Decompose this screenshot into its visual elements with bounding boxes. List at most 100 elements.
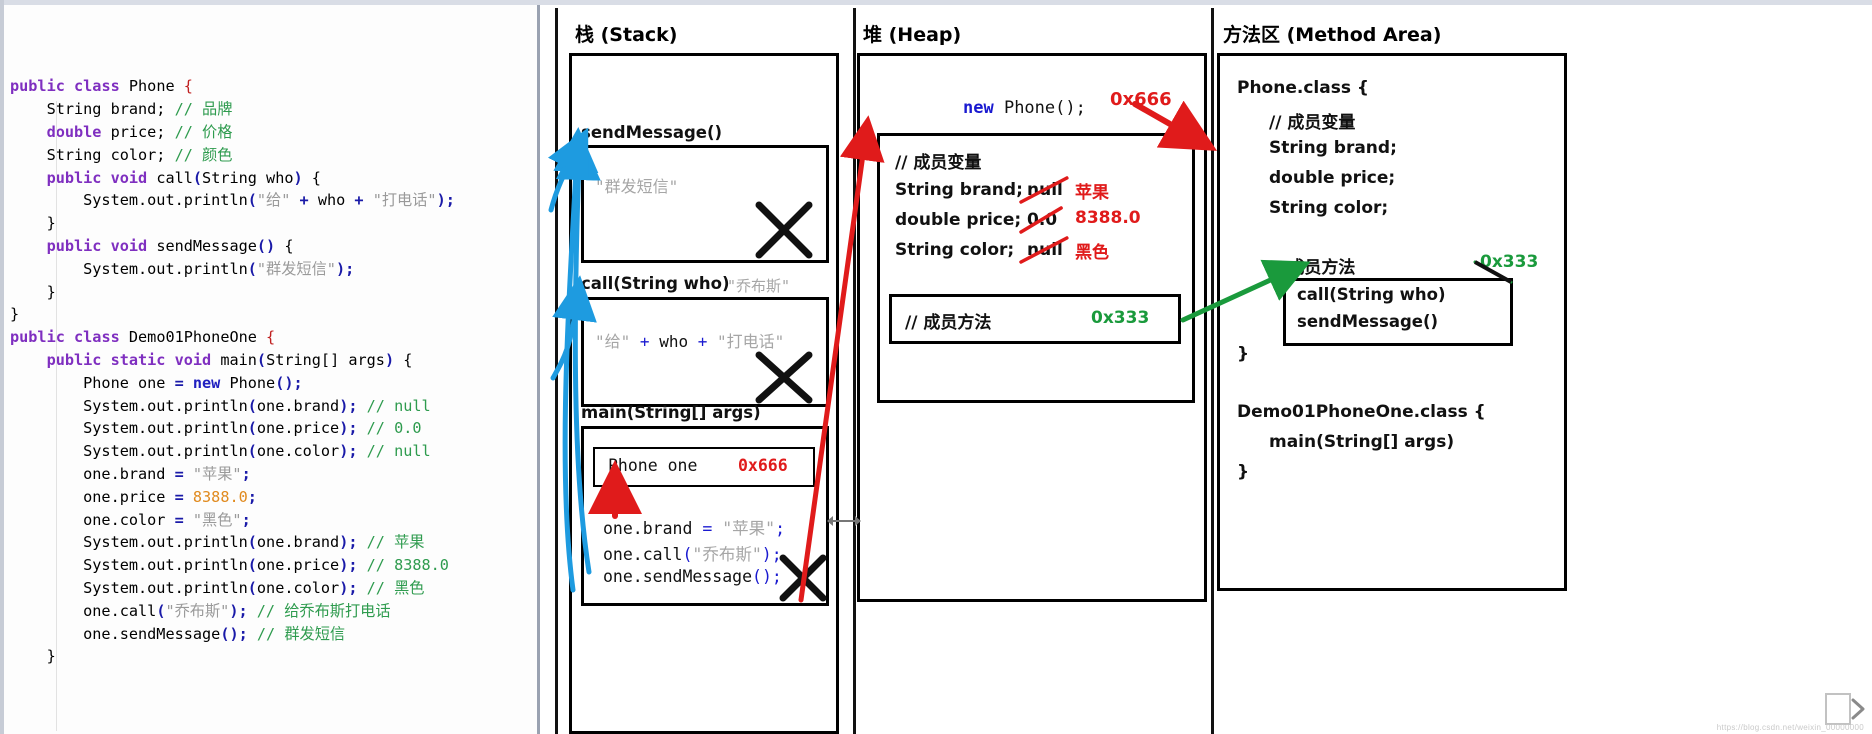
code-token: System.out.println [10,556,248,575]
method-area-class2-header: Demo01PhoneOne.class { [1237,402,1486,422]
code-token: // 给乔布斯打电话 [256,601,391,620]
code-token: main [220,350,257,369]
code-token: // 价格 [174,122,233,141]
code-token: // 苹果 [366,533,425,552]
code-token: { [394,350,413,369]
code-token: call [156,168,193,187]
heap-field-new-0: 苹果 [1075,183,1109,203]
code-token: one.brand [256,396,340,415]
stack-frame-call-box [581,297,829,407]
stmt1-p4: ; [771,545,782,564]
code-token: ) [339,556,349,575]
call-body-part-2: who [659,332,689,351]
stmt1-p1: ( [682,545,693,564]
code-token: ; [345,259,355,278]
code-line: } [4,212,537,235]
code-token: = [174,464,193,483]
code-token: "给" [256,191,291,210]
code-token: Phone [128,77,184,96]
code-line: double price; // 价格 [4,121,537,144]
java-code-editor[interactable]: public class Phone { String brand; // 品牌… [4,5,540,734]
heap-field-decl-2: String color; [895,240,1015,260]
code-token: System.out.println [10,533,248,552]
code-token: ( [192,168,203,187]
code-token: System.out.println [10,419,248,438]
stack-frame-call-label: call(String who) [581,274,730,293]
code-token: System.out.println [10,191,248,210]
code-token: } [10,214,56,233]
code-token: ) [384,350,395,369]
code-line: one.color = "黑色"; [4,509,537,532]
code-token: // 品牌 [174,100,233,119]
method-area-class1-member-methods-comment: // 成员方法 [1269,258,1356,278]
code-token: ) [339,442,349,461]
code-token: one.brand [10,464,175,483]
code-line: public static void main(String[] args) { [4,349,537,372]
next-page-button[interactable] [1824,692,1866,726]
code-token: ; [238,624,257,643]
code-line: System.out.println(one.brand); // null [4,395,537,418]
code-token: // null [366,396,431,415]
method-area-class1-method-address: 0x333 [1480,252,1539,272]
code-token: one.price [256,419,340,438]
code-token: ; [348,556,367,575]
code-token: () [275,373,294,392]
code-line: } [4,645,537,668]
code-line: System.out.println(one.color); // 黑色 [4,577,537,600]
call-body-part-4: "打电话" [717,332,785,351]
heap-new-keyword: new [963,98,994,118]
stmt1-p2: "乔布斯" [692,545,762,564]
heap-method-address: 0x333 [1091,308,1150,328]
code-token: ; [293,373,303,392]
code-token: ; [348,442,367,461]
code-token: one.price [256,556,340,575]
method-area-class1-header: Phone.class { [1237,78,1369,98]
code-line: Phone one = new Phone(); [4,372,537,395]
stmt0-p2: "苹果" [722,519,776,538]
heap-field-decl-1: double price; [895,210,1022,230]
code-lines: public class Phone { String brand; // 品牌… [4,75,537,668]
heap-object-address: 0x666 [1110,89,1172,110]
code-token: ) [436,191,446,210]
code-line: System.out.println(one.price); // 0.0 [4,417,537,440]
code-token: ; [348,578,367,597]
code-line: public void sendMessage() { [4,235,537,258]
heap-field-old-0: null [1027,180,1063,200]
stack-frame-call-body: "给" + who + "打电话" [595,328,784,352]
code-token: () [256,236,276,255]
code-token: } [10,305,20,324]
code-token: // 黑色 [366,578,425,597]
heap-new-rest: Phone(); [993,98,1086,118]
heap-member-vars-comment: // 成员变量 [895,153,982,173]
code-line: one.price = 8388.0; [4,486,537,509]
code-token: class [74,77,129,96]
code-token: void [110,236,157,255]
code-token: String[] args [266,350,385,369]
code-token: "黑色" [192,510,242,529]
stmt2-p0: one.sendMessage [603,567,753,586]
method-area-class1-field-2: String color; [1269,198,1389,218]
code-token: ( [247,556,257,575]
stack-left-divider [555,8,558,734]
heap-new-expression: new Phone(); [963,98,1086,118]
stack-main-variable-value: 0x666 [738,456,788,475]
method-area-class1-close: } [1237,344,1250,364]
code-line: } [4,303,537,326]
stmt1-p0: one.call [603,545,683,564]
code-token: System.out.println [10,396,248,415]
code-token: ( [247,419,257,438]
call-body-part-1: + [630,332,660,351]
method-area-class2-close: } [1237,462,1250,482]
code-token: // 颜色 [174,145,233,164]
code-token: ( [247,533,257,552]
code-token: ; [348,533,367,552]
code-token: = [174,510,193,529]
code-token: one.price [10,487,175,506]
code-token: } [10,282,56,301]
code-token: // 8388.0 [366,556,449,575]
code-token: Phone [229,373,276,392]
code-token: one.brand [256,533,340,552]
heap-field-new-2: 黑色 [1075,243,1109,263]
